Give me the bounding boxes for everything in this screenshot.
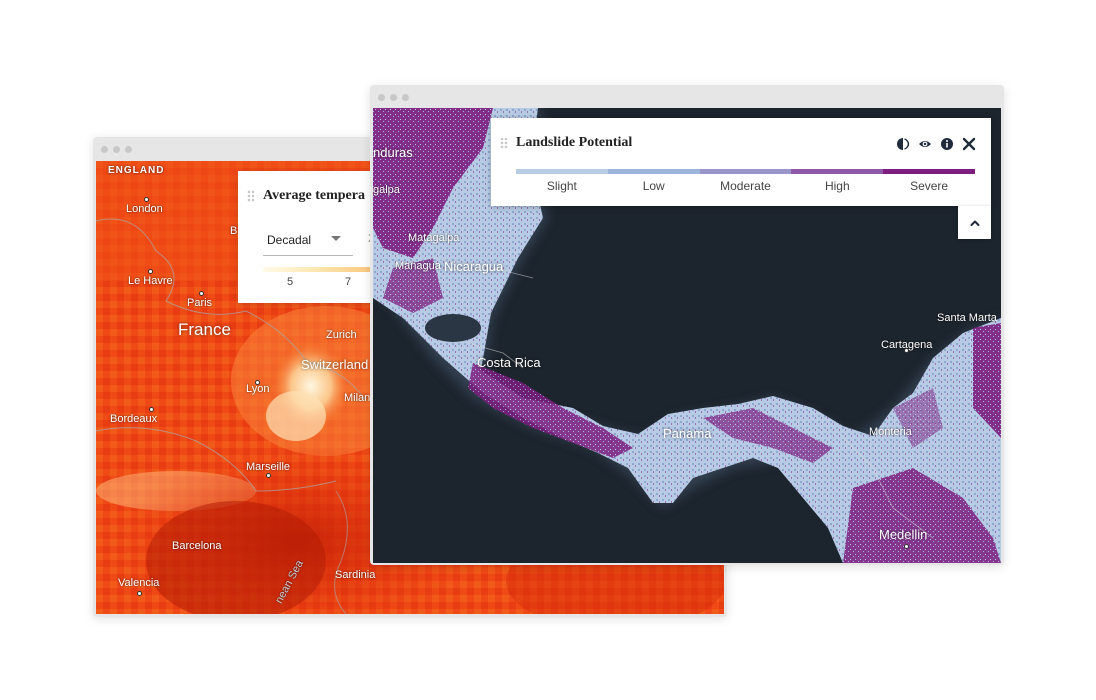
legend-swatch: [883, 169, 975, 174]
legend-class-label: High: [824, 179, 850, 193]
window-dot: [390, 93, 397, 101]
map-label-panama: Panama: [663, 426, 712, 441]
legend-class-label: Slight: [546, 179, 577, 193]
chevron-down-icon: [331, 236, 341, 241]
legend-class-label: Severe: [910, 179, 949, 193]
city-marker: [904, 544, 909, 549]
legend-swatch: [516, 169, 608, 174]
landslide-ramp: Slight Low Moderate High Severe: [516, 169, 975, 193]
map-label-costa-rica: Costa Rica: [477, 355, 541, 370]
legend-class: Severe: [883, 169, 975, 193]
map-label-valencia: Valencia: [118, 577, 160, 589]
window-dot: [101, 145, 108, 153]
map-label-zurich: Zurich: [326, 329, 357, 341]
close-icon-svg: [962, 137, 976, 151]
map-label-managua: Managua: [395, 260, 441, 272]
city-marker: [148, 269, 153, 274]
stage: ENGLAND London Le Havre Paris France B Z…: [0, 0, 1096, 700]
opacity-icon[interactable]: [895, 136, 911, 152]
map-label-london: London: [126, 203, 163, 215]
map-label-santa-marta: Santa Marta: [937, 312, 997, 324]
temperature-legend: Average tempera Decadal 2 5 7: [238, 171, 373, 303]
map-label-marseille: Marseille: [246, 461, 291, 473]
window-dot: [125, 145, 132, 153]
map-label-matagalpa: Matagalpa: [408, 232, 460, 244]
city-marker: [144, 197, 149, 202]
collapse-legend-button[interactable]: [958, 206, 991, 239]
legend-class-label: Moderate: [720, 179, 771, 193]
map-label-honduras: nduras: [373, 145, 413, 160]
window-dot: [378, 93, 385, 101]
city-marker: [266, 473, 271, 478]
map-label-b: B: [230, 225, 238, 237]
map-label-switzerland: Switzerland: [301, 357, 369, 372]
map-label-barcelona: Barcelona: [172, 540, 222, 552]
drag-handle-icon[interactable]: [247, 190, 255, 202]
eye-icon[interactable]: [917, 136, 933, 152]
city-marker: [149, 407, 154, 412]
window-titlebar: [370, 85, 1004, 109]
opacity-icon-svg: [897, 138, 910, 150]
map-label-tegucigalpa: galpa: [373, 184, 400, 196]
legend-class: Moderate: [699, 169, 792, 193]
eye-icon-svg: [919, 141, 931, 147]
map-label-milan: Milan: [344, 392, 371, 404]
legend-swatch: [607, 169, 700, 174]
temperature-ramp: [263, 267, 373, 272]
period-select[interactable]: Decadal: [263, 226, 353, 256]
close-icon[interactable]: [961, 136, 977, 152]
period-select-value: Decadal: [267, 233, 312, 247]
map-label-monteria: Monteria: [869, 426, 912, 438]
map-label-france: France: [178, 320, 231, 339]
map-label-england: ENGLAND: [108, 165, 165, 176]
map-label-medellin: Medellin: [879, 527, 928, 542]
legend-class: Low: [607, 169, 700, 193]
legend-class: High: [791, 169, 884, 193]
legend-class: Slight: [516, 169, 608, 193]
legend-title: Average tempera: [263, 188, 365, 203]
window-dot: [113, 145, 120, 153]
legend-swatch: [791, 169, 884, 174]
legend-tick: 7: [345, 276, 352, 288]
map-label-nicaragua: Nicaragua: [444, 259, 504, 274]
map-label-cartagena: Cartagena: [881, 339, 933, 351]
city-marker: [137, 591, 142, 596]
drag-handle-icon[interactable]: [500, 137, 508, 149]
info-icon[interactable]: [939, 136, 955, 152]
map-label-bordeaux: Bordeaux: [110, 413, 158, 425]
map-label-le-havre: Le Havre: [128, 275, 173, 287]
info-icon-svg: [941, 138, 953, 150]
legend-title: Landslide Potential: [516, 135, 633, 150]
map-label-sardinia: Sardinia: [335, 569, 376, 581]
legend-class-label: Low: [642, 179, 665, 193]
landslide-legend: Landslide Potential Slight Low Moderate …: [491, 118, 991, 206]
legend-tick: 5: [287, 276, 294, 288]
chevron-up-icon: [970, 220, 979, 226]
legend-swatch: [699, 169, 792, 174]
city-marker: [199, 291, 204, 296]
window-dot: [402, 93, 409, 101]
map-label-lyon: Lyon: [246, 383, 270, 395]
map-label-paris: Paris: [187, 297, 213, 309]
